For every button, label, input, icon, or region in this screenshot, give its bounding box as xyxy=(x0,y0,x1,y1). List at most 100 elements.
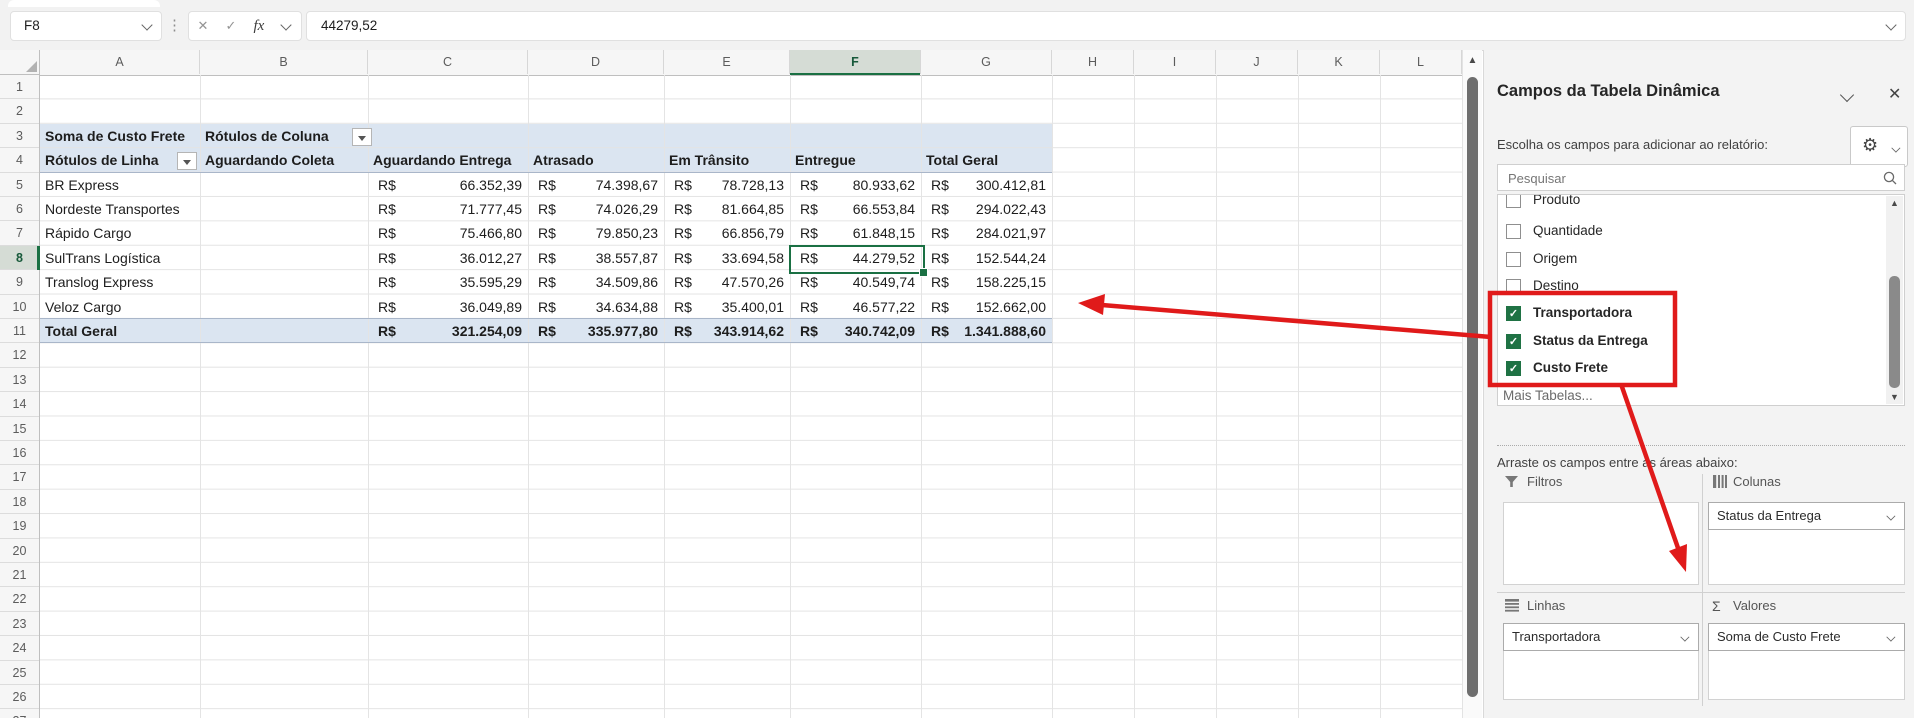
chevron-down-icon[interactable] xyxy=(1887,634,1894,641)
pivot-value-cell: R$ 61.848,15 xyxy=(791,221,920,245)
formula-input[interactable]: 44279,52 xyxy=(306,11,1906,41)
column-header-I[interactable]: I xyxy=(1134,50,1216,74)
row-labels-filter-button[interactable] xyxy=(177,151,197,170)
row-header-27[interactable]: 27 xyxy=(0,709,39,718)
unchecked-checkbox-icon[interactable] xyxy=(1506,224,1521,240)
column-header-G[interactable]: G xyxy=(921,50,1052,74)
column-header-L[interactable]: L xyxy=(1380,50,1462,74)
row-header-5[interactable]: 5 xyxy=(0,172,39,197)
column-header-F[interactable]: F xyxy=(790,50,921,75)
unchecked-checkbox-icon[interactable] xyxy=(1506,279,1521,295)
tools-button[interactable]: ⚙ xyxy=(1850,126,1908,167)
grid-vertical-scrollbar[interactable]: ▲ xyxy=(1462,50,1482,718)
row-header-26[interactable]: 26 xyxy=(0,685,39,710)
row-header-20[interactable]: 20 xyxy=(0,538,39,563)
cell-value: 61.848,15 xyxy=(852,225,915,242)
row-header-24[interactable]: 24 xyxy=(0,636,39,661)
column-header-K[interactable]: K xyxy=(1298,50,1380,74)
chevron-down-icon[interactable] xyxy=(142,21,151,30)
checked-checkbox-icon[interactable]: ✓ xyxy=(1506,333,1521,349)
chevron-down-icon[interactable] xyxy=(1887,513,1894,520)
chevron-down-icon[interactable] xyxy=(281,21,292,32)
currency-symbol: R$ xyxy=(674,323,692,339)
row-header-21[interactable]: 21 xyxy=(0,563,39,588)
row-header-1[interactable]: 1 xyxy=(0,75,39,100)
row-header-25[interactable]: 25 xyxy=(0,660,39,685)
search-input[interactable] xyxy=(1506,167,1870,189)
row-header-16[interactable]: 16 xyxy=(0,441,39,466)
field-item-transportadora[interactable]: ✓ Transportadora xyxy=(1498,300,1904,328)
name-box[interactable]: F8 xyxy=(10,11,162,41)
row-header-3[interactable]: 3 xyxy=(0,123,39,149)
field-item-custo-frete[interactable]: ✓ Custo Frete xyxy=(1498,355,1904,383)
cancel-icon[interactable]: ✕ xyxy=(198,18,209,34)
row-header-17[interactable]: 17 xyxy=(0,465,39,490)
insert-function-icon[interactable]: fx xyxy=(254,18,265,35)
gear-icon[interactable]: ⚙ xyxy=(1862,135,1878,156)
row-header-18[interactable]: 18 xyxy=(0,489,39,515)
enter-icon[interactable]: ✓ xyxy=(226,18,237,34)
column-header-H[interactable]: H xyxy=(1052,50,1134,74)
unchecked-checkbox-icon[interactable] xyxy=(1506,251,1521,267)
expand-formula-bar-icon[interactable] xyxy=(1886,21,1895,30)
field-item-origem[interactable]: Origem xyxy=(1498,246,1904,274)
field-item-produto[interactable]: Produto xyxy=(1498,195,1904,215)
search-box[interactable] xyxy=(1497,164,1905,191)
field-item-status-da-entrega[interactable]: ✓ Status da Entrega xyxy=(1498,328,1904,356)
cell-value: 47.570,26 xyxy=(721,274,784,291)
row-header-6[interactable]: 6 xyxy=(0,197,39,222)
row-header-12[interactable]: 12 xyxy=(0,343,39,368)
row-header-8[interactable]: 8 xyxy=(0,245,39,271)
row-header-22[interactable]: 22 xyxy=(0,587,39,612)
scroll-down-icon[interactable]: ▼ xyxy=(1886,392,1903,402)
close-icon[interactable]: ✕ xyxy=(1888,84,1901,104)
column-header-E[interactable]: E xyxy=(664,50,790,74)
row-header-7[interactable]: 7 xyxy=(0,221,39,246)
pivot-column-labels-caption: Rótulos de Coluna xyxy=(205,127,329,144)
cell-value: 152.662,00 xyxy=(975,298,1046,315)
rows-field-pill[interactable]: Transportadora xyxy=(1503,623,1699,651)
row-header-4[interactable]: 4 xyxy=(0,148,39,173)
unchecked-checkbox-icon[interactable] xyxy=(1506,195,1521,209)
row-header-11[interactable]: 11 xyxy=(0,319,39,344)
cell-value: 158.225,15 xyxy=(975,274,1046,291)
ribbon-remnant xyxy=(8,0,160,7)
row-header-2[interactable]: 2 xyxy=(0,99,39,124)
values-field-pill[interactable]: Soma de Custo Frete xyxy=(1708,623,1905,651)
row-header-23[interactable]: 23 xyxy=(0,611,39,637)
column-labels-filter-button[interactable] xyxy=(352,127,372,146)
chevron-down-icon[interactable] xyxy=(1842,90,1854,102)
column-header-B[interactable]: B xyxy=(200,50,368,74)
currency-symbol: R$ xyxy=(800,323,818,339)
row-header-19[interactable]: 19 xyxy=(0,514,39,539)
column-header-A[interactable]: A xyxy=(40,50,200,74)
columns-field-pill[interactable]: Status da Entrega xyxy=(1708,502,1905,530)
selected-cell-F8[interactable] xyxy=(789,245,928,277)
more-tables-link[interactable]: Mais Tabelas... xyxy=(1503,388,1593,403)
columns-icon xyxy=(1713,475,1727,488)
row-header-13[interactable]: 13 xyxy=(0,367,39,393)
select-all-corner[interactable] xyxy=(0,50,40,75)
chevron-down-icon[interactable] xyxy=(1681,634,1688,641)
row-header-9[interactable]: 9 xyxy=(0,270,39,295)
fill-handle[interactable] xyxy=(919,268,928,277)
field-item-destino[interactable]: Destino xyxy=(1498,273,1904,301)
row-header-14[interactable]: 14 xyxy=(0,392,39,417)
checked-checkbox-icon[interactable]: ✓ xyxy=(1506,305,1521,321)
filters-area[interactable] xyxy=(1503,502,1699,585)
column-header-D[interactable]: D xyxy=(528,50,664,74)
checked-checkbox-icon[interactable]: ✓ xyxy=(1506,361,1521,377)
column-header-C[interactable]: C xyxy=(368,50,528,74)
gutter-border xyxy=(39,50,40,718)
pivot-value-cell: R$ 66.553,84 xyxy=(791,197,920,221)
row-header-10[interactable]: 10 xyxy=(0,294,39,319)
chevron-down-icon[interactable] xyxy=(1892,145,1899,152)
sigma-icon: Σ xyxy=(1712,598,1721,614)
field-item-quantidade[interactable]: Quantidade xyxy=(1498,218,1904,246)
scroll-up-icon[interactable]: ▲ xyxy=(1463,55,1482,66)
area-label-rows: Linhas xyxy=(1527,598,1566,613)
row-header-15[interactable]: 15 xyxy=(0,416,39,441)
column-header-J[interactable]: J xyxy=(1216,50,1298,74)
pivot-value-cell: R$ 294.022,43 xyxy=(922,197,1051,221)
scrollbar-thumb[interactable] xyxy=(1467,77,1478,697)
